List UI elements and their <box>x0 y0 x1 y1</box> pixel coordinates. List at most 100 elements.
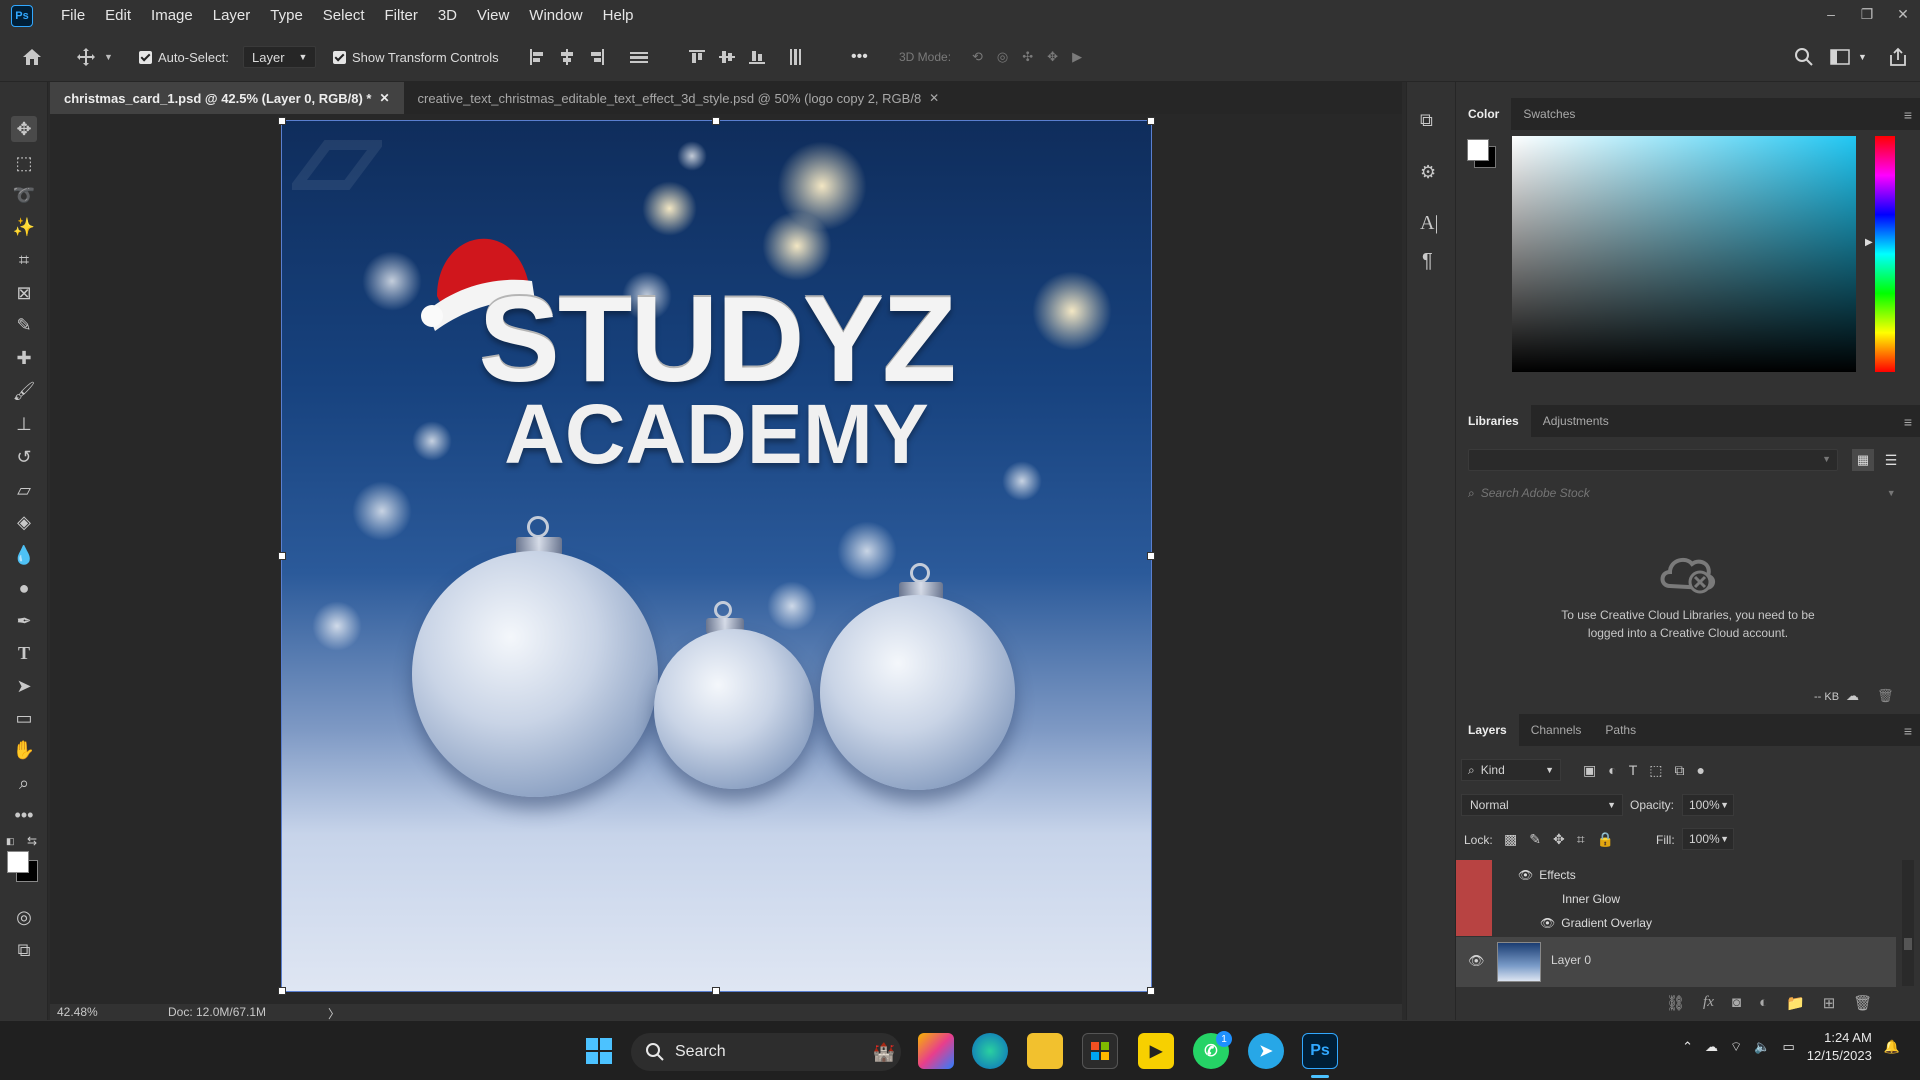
chevron-down-icon[interactable]: ▼ <box>1720 834 1729 844</box>
filter-type-icon[interactable]: T <box>1629 762 1638 779</box>
opacity-input[interactable]: 100% ▼ <box>1682 794 1734 816</box>
filter-toggle-icon[interactable]: ● <box>1697 762 1705 779</box>
color-field[interactable] <box>1512 136 1856 372</box>
transform-handle[interactable] <box>278 117 286 125</box>
3d-slide-icon[interactable]: ✥ <box>1047 49 1058 65</box>
file-explorer-icon[interactable] <box>1027 1033 1063 1069</box>
zoom-tool-icon[interactable]: ⌕ <box>11 770 37 796</box>
history-brush-tool-icon[interactable]: ↺ <box>11 444 37 470</box>
tab-adjustments[interactable]: Adjustments <box>1531 405 1621 437</box>
blur-tool-icon[interactable]: 💧 <box>11 542 37 568</box>
fx-icon[interactable]: fx <box>1703 994 1714 1012</box>
fill-input[interactable]: 100% ▼ <box>1682 828 1734 850</box>
filter-adjustment-icon[interactable]: ◐ <box>1608 762 1616 779</box>
volume-icon[interactable]: 🔈 <box>1754 1039 1770 1055</box>
paragraph-panel-icon[interactable]: ¶ <box>1422 250 1433 273</box>
layer-row[interactable]: 👁 Layer 0 <box>1456 937 1896 987</box>
3d-camera-icon[interactable]: ▶ <box>1072 49 1082 65</box>
eye-icon[interactable]: 👁 <box>1468 953 1485 969</box>
auto-select-checkbox[interactable]: Auto-Select: <box>139 32 229 82</box>
checkbox-checked-icon[interactable] <box>333 50 346 64</box>
character-panel-icon[interactable]: A| <box>1420 212 1438 235</box>
pen-tool-icon[interactable]: ✒ <box>11 608 37 634</box>
screen-mode-icon[interactable]: ⧉ <box>11 937 37 963</box>
hand-tool-icon[interactable]: ✋ <box>11 737 37 763</box>
tab-paths[interactable]: Paths <box>1593 714 1648 746</box>
transform-handle[interactable] <box>712 987 720 995</box>
align-bottom-icon[interactable] <box>748 48 766 66</box>
chevron-down-icon[interactable]: ▼ <box>1887 488 1896 498</box>
eraser-tool-icon[interactable]: ▱ <box>11 477 37 503</box>
distribute-horizontal-icon[interactable] <box>628 48 650 66</box>
document-canvas[interactable]: STUDYZ ACADEMY <box>281 120 1152 992</box>
swap-colors-icon[interactable]: ⇆ <box>27 834 37 848</box>
default-colors-icon[interactable]: ◧ <box>6 836 18 846</box>
copilot-icon[interactable] <box>918 1033 954 1069</box>
tab-swatches[interactable]: Swatches <box>1511 98 1587 130</box>
microsoft-store-icon[interactable] <box>1082 1033 1118 1069</box>
crop-tool-icon[interactable]: ⌗ <box>11 247 37 273</box>
menu-view[interactable]: View <box>467 0 519 32</box>
close-tab-icon[interactable]: ✕ <box>379 91 389 105</box>
notification-bell-icon[interactable]: 🔔 <box>1884 1039 1900 1055</box>
filter-smart-object-icon[interactable]: ⧉ <box>1675 762 1685 779</box>
share-icon[interactable] <box>1888 32 1908 82</box>
menu-select[interactable]: Select <box>313 0 375 32</box>
paint-bucket-tool-icon[interactable]: ◈ <box>11 509 37 535</box>
move-tool-icon[interactable]: ▼ <box>76 32 113 82</box>
chevron-down-icon[interactable]: ▼ <box>104 52 113 62</box>
panel-menu-icon[interactable]: ≡ <box>1904 414 1912 430</box>
new-layer-icon[interactable]: ⊞ <box>1823 994 1836 1012</box>
close-tab-icon[interactable]: ✕ <box>929 91 939 105</box>
layer-name[interactable]: Layer 0 <box>1551 953 1591 967</box>
3d-roll-icon[interactable]: ◎ <box>997 49 1008 65</box>
tab-christmas-card[interactable]: christmas_card_1.psd @ 42.5% (Layer 0, R… <box>50 82 404 114</box>
transform-handle[interactable] <box>1147 987 1155 995</box>
media-player-icon[interactable]: ▶ <box>1138 1033 1174 1069</box>
hue-slider[interactable] <box>1875 136 1895 372</box>
chevron-down-icon[interactable]: ▼ <box>1858 52 1867 62</box>
menu-3d[interactable]: 3D <box>428 0 467 32</box>
layers-scrollbar[interactable] <box>1902 860 1914 986</box>
menu-type[interactable]: Type <box>260 0 313 32</box>
properties-panel-icon[interactable]: ⚙ <box>1420 162 1436 183</box>
tab-creative-text[interactable]: creative_text_christmas_editable_text_ef… <box>404 82 954 114</box>
hue-slider-handle-icon[interactable]: ▶ <box>1865 237 1873 248</box>
restore-button[interactable]: ❐ <box>1850 0 1884 28</box>
lock-artboard-icon[interactable]: ⌗ <box>1577 831 1585 848</box>
menu-file[interactable]: File <box>51 0 95 32</box>
edge-browser-icon[interactable] <box>972 1033 1008 1069</box>
panel-menu-icon[interactable]: ≡ <box>1904 723 1912 739</box>
new-group-icon[interactable]: 📁 <box>1786 994 1805 1012</box>
filter-shape-icon[interactable]: ⬚ <box>1649 762 1662 779</box>
brush-tool-icon[interactable]: 🖌 <box>11 378 37 404</box>
transform-handle[interactable] <box>1147 117 1155 125</box>
transform-handle[interactable] <box>278 987 286 995</box>
delete-layer-icon[interactable]: 🗑 <box>1853 994 1872 1012</box>
lasso-tool-icon[interactable]: ➰ <box>11 182 37 208</box>
chevron-down-icon[interactable]: ▼ <box>1720 800 1729 810</box>
windows-start-icon[interactable] <box>581 1033 617 1069</box>
menu-edit[interactable]: Edit <box>95 0 141 32</box>
transform-handle[interactable] <box>712 117 720 125</box>
align-right-icon[interactable] <box>588 48 606 66</box>
menu-layer[interactable]: Layer <box>203 0 261 32</box>
photoshop-logo[interactable]: Ps <box>11 5 33 27</box>
search-icon[interactable] <box>1794 32 1814 82</box>
list-view-icon[interactable]: ☰ <box>1880 449 1902 471</box>
link-layers-icon[interactable]: ⛓ <box>1666 994 1685 1012</box>
quick-mask-icon[interactable]: ◎ <box>11 904 37 930</box>
panel-menu-icon[interactable]: ≡ <box>1904 107 1912 123</box>
clone-stamp-tool-icon[interactable]: ⊥ <box>11 411 37 437</box>
close-button[interactable]: ✕ <box>1886 0 1920 28</box>
checkbox-checked-icon[interactable] <box>139 50 152 64</box>
eyedropper-tool-icon[interactable]: ✎ <box>11 312 37 338</box>
adjustment-layer-icon[interactable]: ◐ <box>1759 994 1768 1012</box>
wifi-icon[interactable]: ⌔ <box>1730 1039 1742 1055</box>
align-left-icon[interactable] <box>528 48 546 66</box>
lock-position-icon[interactable]: ✥ <box>1553 831 1565 848</box>
menu-filter[interactable]: Filter <box>375 0 428 32</box>
3d-pan-icon[interactable]: ✣ <box>1022 49 1033 65</box>
eye-icon[interactable]: 👁 <box>1518 868 1533 882</box>
3d-orbit-icon[interactable]: ⟲ <box>972 49 983 65</box>
